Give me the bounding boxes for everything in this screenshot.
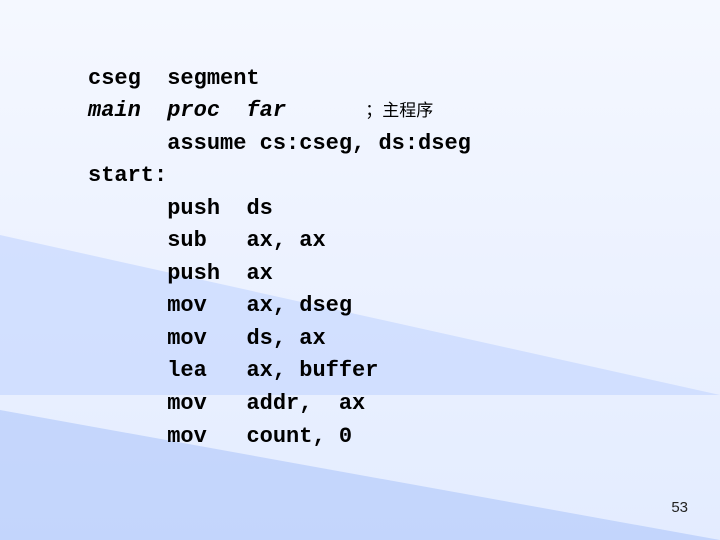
kw-proc: proc [167, 98, 220, 123]
code-line-4: start: [88, 163, 167, 188]
kw-segment: segment [167, 66, 259, 91]
code-line-8: mov ax, dseg [88, 293, 352, 318]
comment-main: ；主程序 [365, 101, 433, 120]
label-cseg: cseg [88, 66, 141, 91]
opcode: mov [167, 326, 207, 351]
opcode: lea [167, 358, 207, 383]
operand: ax, buffer [246, 358, 378, 383]
code-line-6: sub ax, ax [88, 228, 326, 253]
operand: addr, ax [246, 391, 365, 416]
page-number: 53 [671, 499, 688, 516]
code-line-1: cseg segment [88, 66, 260, 91]
operand: ax [246, 261, 272, 286]
opcode: push [167, 261, 220, 286]
code-line-7: push ax [88, 261, 273, 286]
operand: ax, ax [246, 228, 325, 253]
code-line-11: mov addr, ax [88, 391, 365, 416]
operand: ds [246, 196, 272, 221]
kw-far: far [246, 98, 286, 123]
code-line-9: mov ds, ax [88, 326, 326, 351]
code-line-2: main proc far ；主程序 [88, 98, 433, 123]
opcode: sub [167, 228, 207, 253]
code-line-3: assume cs:cseg, ds:dseg [88, 131, 471, 156]
opcode: mov [167, 293, 207, 318]
operand: ds, ax [246, 326, 325, 351]
operand: count, 0 [246, 424, 352, 449]
opcode: mov [167, 391, 207, 416]
label-start: start: [88, 163, 167, 188]
assume-directive: assume cs:cseg, ds:dseg [167, 131, 471, 156]
opcode: mov [167, 424, 207, 449]
opcode: push [167, 196, 220, 221]
code-block: cseg segment main proc far ；主程序 assume c… [88, 30, 471, 453]
code-line-10: lea ax, buffer [88, 358, 378, 383]
label-main: main [88, 98, 141, 123]
operand: ax, dseg [246, 293, 352, 318]
code-line-12: mov count, 0 [88, 424, 352, 449]
code-line-5: push ds [88, 196, 273, 221]
